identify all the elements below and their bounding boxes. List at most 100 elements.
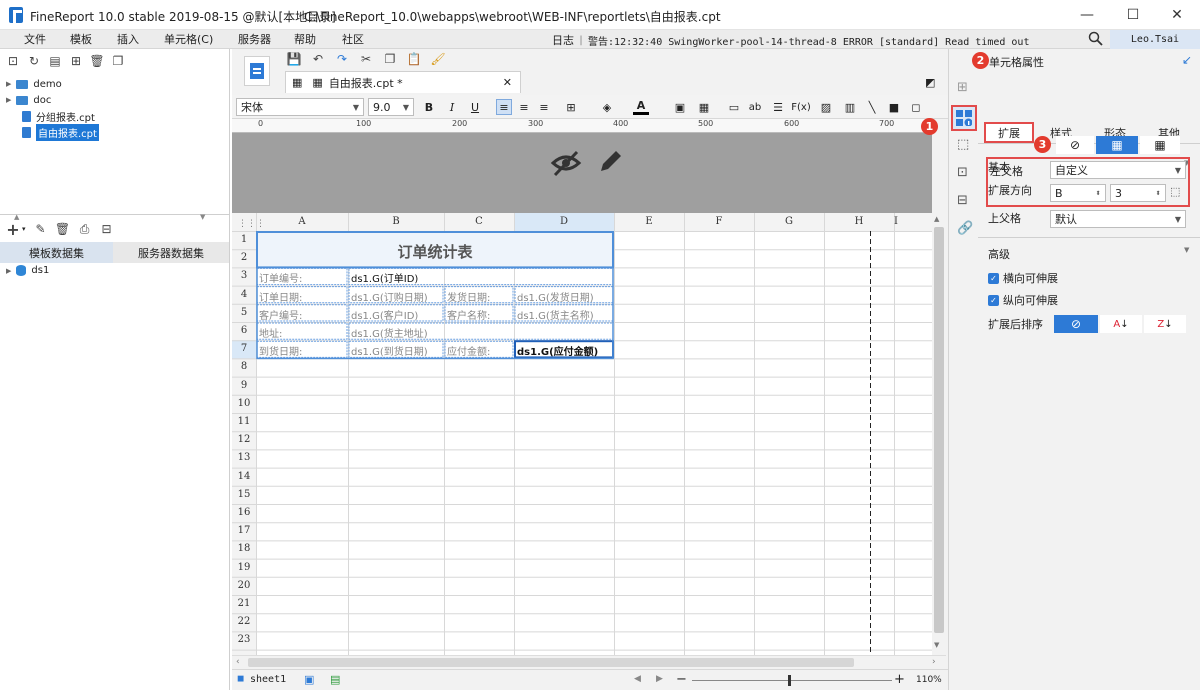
tab-template-dataset[interactable]: 模板数据集 [0,242,113,263]
new-template-icon[interactable]: ⊡ [6,54,20,68]
pencil-icon[interactable]: ✎ [34,222,48,236]
tree-item-free-report[interactable]: 自由报表.cpt [6,123,226,141]
text-cell-icon[interactable]: ▭ [726,99,742,115]
zoom-slider[interactable] [692,675,892,686]
add-poly-sheet-icon[interactable]: ▤ [330,673,340,686]
row-header[interactable]: 20 [232,580,256,591]
cut-icon[interactable]: ✂ [359,52,373,66]
chevron-down-icon[interactable]: ▾ [22,225,26,233]
edit-pencil-icon[interactable] [597,147,623,175]
menu-template[interactable]: 模板 [70,31,92,47]
collapse-down-icon[interactable]: ▼ [200,213,205,221]
close-button[interactable]: ✕ [1154,0,1200,30]
copy-icon[interactable]: ❐ [111,54,125,68]
close-tab-icon[interactable]: ✕ [503,76,512,89]
cell-element-icon[interactable]: ⬚ [957,137,969,152]
delete-icon[interactable]: 🗑 [55,222,70,236]
column-header[interactable]: A [256,216,348,227]
bold-button[interactable]: B [421,99,437,115]
tab-menu-icon[interactable]: ◩ [925,76,935,89]
next-sheet-icon[interactable]: ▶ [656,674,663,684]
row-header[interactable]: 23 [232,634,256,645]
row-header[interactable]: 10 [232,398,256,409]
font-select[interactable]: 宋体 ▼ [236,98,364,116]
row-header[interactable]: 1 [232,234,256,245]
cell-title[interactable]: 订单统计表 [256,241,614,262]
minimize-button[interactable]: — [1064,0,1110,30]
chart-cell-icon[interactable]: ☰ [770,99,786,115]
cell-attribute-icon[interactable] [951,105,977,131]
font-size-select[interactable]: 9.0 ▼ [368,98,414,116]
row-header[interactable]: 14 [232,471,256,482]
zoom-slider-thumb[interactable] [788,675,791,686]
search-icon[interactable] [1088,31,1103,46]
refresh-icon[interactable]: ↻ [27,54,41,68]
row-header[interactable]: 21 [232,598,256,609]
left-parent-row-input[interactable]: 3 ⬍ [1110,184,1166,202]
cell-r4-b[interactable]: ds1.G(订购日期) [351,289,428,304]
vertical-scrollbar[interactable]: ▲ ▼ [932,213,946,655]
paste-icon[interactable]: 📋 [407,52,422,66]
redo-icon[interactable]: ↷ [335,52,349,66]
row-header[interactable]: 13 [232,452,256,463]
cell-r7-b[interactable]: ds1.G(到货日期) [351,343,428,358]
tab-expand[interactable]: 扩展 [984,122,1034,143]
zoom-level[interactable]: 110% [916,675,942,685]
row-header[interactable]: 16 [232,507,256,518]
cell-r3-a[interactable]: 订单编号: [259,270,302,285]
sort-ascending-icon[interactable]: A ↓ [1100,315,1142,333]
cell-r6-b[interactable]: ds1.G(货主地址) [351,325,428,340]
cell-r5-c[interactable]: 客户名称: [447,307,490,322]
report-block-icon[interactable]: ⊞ [957,80,968,95]
column-header[interactable]: C [444,216,514,227]
row-header[interactable]: 17 [232,525,256,536]
column-header[interactable]: G [754,216,824,227]
vertical-expand-icon[interactable]: ▦ [1096,136,1138,154]
chart-icon[interactable]: ▥ [842,99,858,115]
more-icon[interactable]: ◻ [908,99,924,115]
cell-r4-a[interactable]: 订单日期: [259,289,302,304]
cell-r7-d[interactable]: ds1.G(应付金额) [517,343,598,358]
dataset-item-ds1[interactable]: ▶ ds1 [6,265,49,276]
no-sort-icon[interactable]: ⊘ [1054,315,1098,333]
merge-cell-icon[interactable]: ▣ [672,99,688,115]
align-right-icon[interactable]: ≡ [536,99,552,115]
menu-file[interactable]: 文件 [24,31,46,47]
no-expand-icon[interactable]: ⊘ [1056,136,1094,154]
menu-server[interactable]: 服务器 [238,31,271,47]
fill-color-icon[interactable]: ◈ [599,99,615,115]
tree-item-demo[interactable]: ▶ demo [6,76,226,92]
row-header[interactable]: 5 [232,307,256,318]
row-header[interactable]: 11 [232,416,256,427]
cell-r6-a[interactable]: 地址: [259,325,282,340]
menu-help[interactable]: 帮助 [294,31,316,47]
column-header[interactable]: F [684,216,754,227]
row-header[interactable]: 2 [232,252,256,263]
tab-server-dataset[interactable]: 服务器数据集 [113,242,229,263]
prev-sheet-icon[interactable]: ◀ [634,674,641,684]
row-header[interactable]: 15 [232,489,256,500]
sheet-tab[interactable]: sheet1 [250,674,286,685]
pin-icon[interactable]: ↙ [1182,53,1192,67]
horizontal-scrollbar[interactable]: ‹ › [232,655,946,669]
vertical-expandable-checkbox[interactable]: ✓ 纵向可伸展 [988,292,1058,308]
row-header[interactable]: 4 [232,289,256,300]
font-color-icon[interactable]: A [633,99,649,115]
left-parent-select[interactable]: 自定义 ▼ [1050,161,1186,179]
cell-r3-b[interactable]: ds1.G(订单ID) [351,270,418,285]
cell-r4-d[interactable]: ds1.G(发货日期) [517,289,594,304]
menu-cell[interactable]: 单元格(C) [164,31,213,47]
row-header[interactable]: 7 [232,343,256,354]
column-header[interactable]: E [614,216,684,227]
row-header[interactable]: 12 [232,434,256,445]
horizontal-expand-icon[interactable]: ▦ [1140,136,1180,154]
zoom-out-icon[interactable]: − [676,672,687,687]
tab-document[interactable]: ▦ ▦ 自由报表.cpt * ✕ [285,71,521,93]
log-label[interactable]: 日志 [552,32,574,48]
left-parent-column-input[interactable]: B ⬍ [1050,184,1106,202]
template-type-icon[interactable] [244,56,270,86]
widget-icon[interactable]: ⊡ [957,165,968,180]
cell-r5-b[interactable]: ds1.G(客户ID) [351,307,418,322]
undo-icon[interactable]: ↶ [311,52,325,66]
row-header[interactable]: 6 [232,325,256,336]
